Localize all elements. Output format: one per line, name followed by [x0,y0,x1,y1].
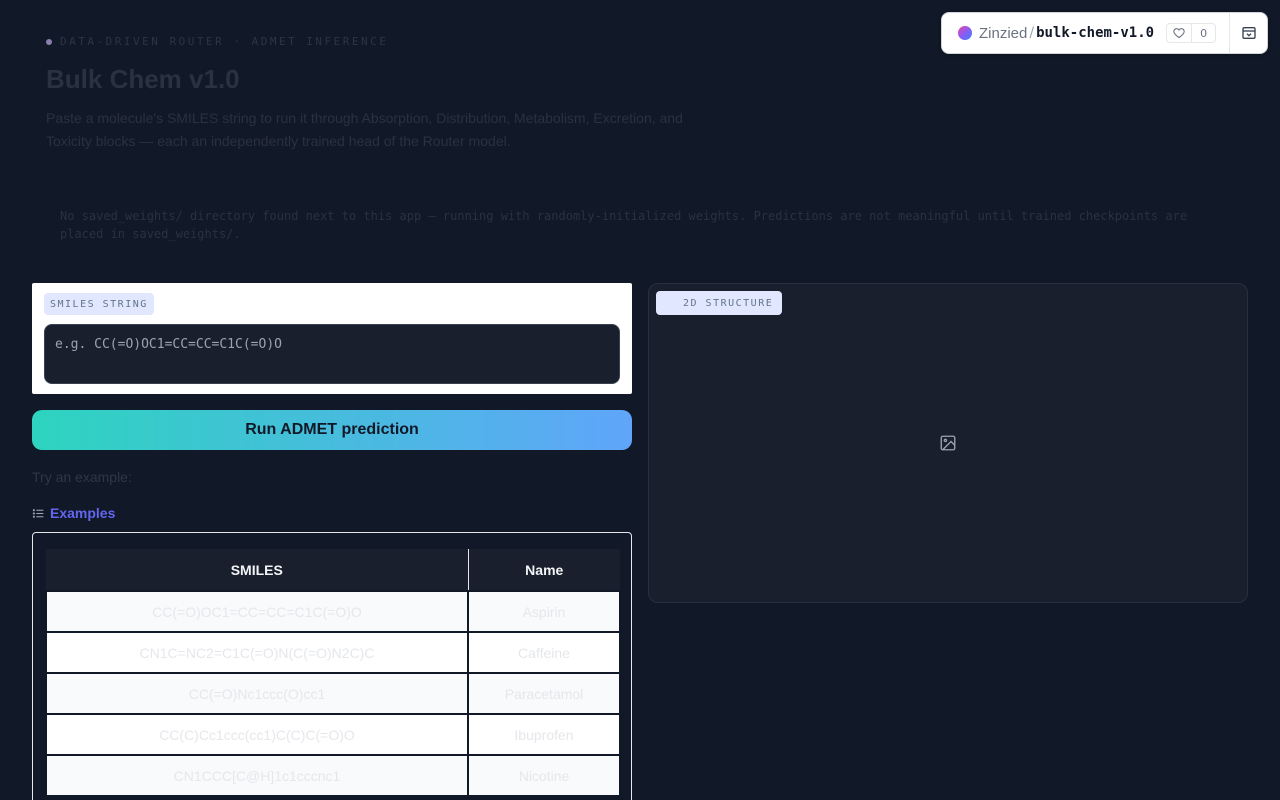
structure-label: 2D STRUCTURE [656,291,782,315]
table-row[interactable]: CC(=O)OC1=CC=CC=C1C(=O)O Aspirin [45,590,621,633]
heart-icon [1167,24,1193,42]
like-button[interactable]: 0 [1166,23,1217,43]
cell-smiles[interactable]: CN1C=NC2=C1C(=O)N(C(=O)N2C)C [45,631,469,674]
smiles-label: SMILES STRING [44,293,154,315]
table-row[interactable]: CC(C)Cc1ccc(cc1)C(C)C(=O)O Ibuprofen [45,713,621,756]
page-description: Paste a molecule's SMILES string to run … [46,110,683,149]
table-row[interactable]: CN1C=NC2=C1C(=O)N(C(=O)N2C)C Caffeine [45,631,621,674]
page-title: Bulk Chem v1.0 [46,64,240,94]
eyebrow-text: DATA-DRIVEN ROUTER · ADMET INFERENCE [60,35,389,48]
try-example-label: Try an example: [32,469,132,485]
smiles-card: SMILES STRING [32,283,632,394]
structure-panel: 2D STRUCTURE [648,283,1248,603]
space-avatar [958,26,972,40]
list-icon [32,508,44,518]
examples-toggle[interactable]: Examples [32,505,115,521]
cell-smiles[interactable]: CC(=O)OC1=CC=CC=C1C(=O)O [45,590,469,633]
cell-smiles[interactable]: CN1CCC[C@H]1c1cccnc1 [45,754,469,797]
space-name[interactable]: bulk-chem-v1.0 [1036,25,1154,41]
space-badge[interactable]: Zinzied / bulk-chem-v1.0 0 [941,12,1268,54]
smiles-input[interactable] [44,324,620,384]
eyebrow-dot [46,38,52,45]
run-prediction-button[interactable]: Run ADMET prediction [32,410,632,450]
like-count: 0 [1200,26,1208,40]
column-header-smiles: SMILES [46,549,469,591]
weights-warning: No saved_weights/ directory found next t… [60,209,1188,241]
eyebrow: DATA-DRIVEN ROUTER · ADMET INFERENCE [46,35,388,48]
cell-name[interactable]: Paracetamol [467,672,621,715]
examples-table: SMILES Name CC(=O)OC1=CC=CC=C1C(=O)O Asp… [45,549,621,797]
image-placeholder-icon [939,434,957,456]
cell-name[interactable]: Aspirin [467,590,621,633]
cell-name[interactable]: Caffeine [467,631,621,674]
cell-smiles[interactable]: CC(=O)Nc1ccc(O)cc1 [45,672,469,715]
cell-name[interactable]: Nicotine [467,754,621,797]
table-row[interactable]: CC(=O)Nc1ccc(O)cc1 Paracetamol [45,672,621,715]
table-row[interactable]: CN1CCC[C@H]1c1cccnc1 Nicotine [45,754,621,797]
cell-name[interactable]: Ibuprofen [467,713,621,756]
examples-label: Examples [50,505,116,521]
cell-smiles[interactable]: CC(C)Cc1ccc(cc1)C(C)C(=O)O [45,713,469,756]
space-owner[interactable]: Zinzied [979,25,1027,42]
space-separator: / [1029,25,1035,41]
table-header-row: SMILES Name [46,549,620,591]
examples-table-container: SMILES Name CC(=O)OC1=CC=CC=C1C(=O)O Asp… [32,532,632,800]
collapse-icon[interactable] [1229,13,1267,53]
column-header-name: Name [468,549,620,591]
